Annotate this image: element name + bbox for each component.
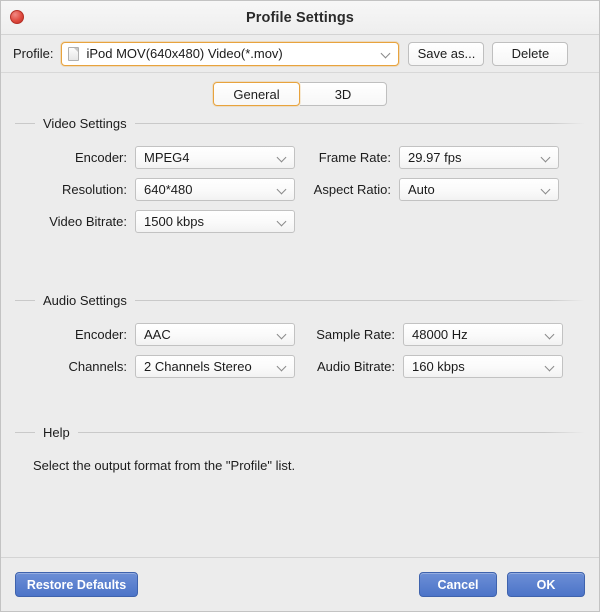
profile-select[interactable]: iPod MOV(640x480) Video(*.mov)	[61, 41, 400, 66]
chevron-down-icon	[277, 331, 288, 338]
chevron-down-icon	[545, 331, 556, 338]
chevron-down-icon	[277, 363, 288, 370]
video-resolution-value: 640*480	[144, 181, 193, 197]
profile-settings-window: Profile Settings Profile: iPod MOV(640x4…	[0, 0, 600, 612]
audio-channels-select[interactable]: 2 Channels Stereo	[135, 354, 295, 378]
audio-settings-header: Audio Settings	[15, 292, 585, 308]
audio-encoder-value: AAC	[144, 326, 171, 342]
group-rule-right	[134, 299, 585, 301]
audio-settings-group: Audio Settings Encoder: AAC Sample Rate:	[15, 292, 585, 382]
group-rule-right	[134, 122, 585, 124]
tab-bar: General 3D	[1, 73, 599, 115]
profile-label: Profile:	[13, 46, 54, 61]
chevron-down-icon	[381, 50, 392, 57]
file-icon	[68, 46, 80, 61]
title-bar: Profile Settings	[1, 1, 599, 35]
audio-channels-value: 2 Channels Stereo	[144, 358, 252, 374]
audio-sample-rate-value: 48000 Hz	[412, 326, 468, 342]
chevron-down-icon	[545, 363, 556, 370]
group-rule-right	[77, 431, 585, 433]
group-rule-left	[15, 299, 35, 301]
audio-sample-rate-select[interactable]: 48000 Hz	[403, 322, 563, 346]
audio-row-2: Channels: 2 Channels Stereo Audio Bitrat…	[15, 350, 585, 382]
audio-settings-legend: Audio Settings	[43, 292, 127, 308]
section-spacer-audio	[15, 382, 585, 424]
help-group: Help Select the output format from the "…	[15, 424, 585, 473]
help-text: Select the output format from the "Profi…	[33, 458, 296, 473]
video-bitrate-field: Video Bitrate: 1500 kbps	[15, 209, 295, 233]
video-encoder-label: Encoder:	[74, 149, 127, 165]
footer-bar: Restore Defaults Cancel OK	[1, 557, 599, 611]
video-encoder-field: Encoder: MPEG4	[15, 145, 295, 169]
video-frame-rate-label: Frame Rate:	[318, 149, 391, 165]
window-title: Profile Settings	[246, 9, 354, 26]
audio-encoder-field: Encoder: AAC	[15, 322, 295, 346]
chevron-down-icon	[541, 186, 552, 193]
restore-defaults-button[interactable]: Restore Defaults	[15, 572, 138, 597]
audio-encoder-select[interactable]: AAC	[135, 322, 295, 346]
video-frame-rate-field: Frame Rate: 29.97 fps	[295, 145, 559, 169]
video-row-1: Encoder: MPEG4 Frame Rate: 29.97 fps	[15, 141, 585, 173]
help-header: Help	[15, 424, 585, 440]
video-encoder-select[interactable]: MPEG4	[135, 145, 295, 169]
video-aspect-ratio-value: Auto	[408, 181, 435, 197]
group-rule-left	[15, 122, 35, 124]
chevron-down-icon	[541, 154, 552, 161]
audio-bitrate-field: Audio Bitrate: 160 kbps	[295, 354, 563, 378]
tab-3d[interactable]: 3D	[300, 82, 387, 106]
audio-channels-field: Channels: 2 Channels Stereo	[15, 354, 295, 378]
help-legend: Help	[43, 424, 70, 440]
video-row-2: Resolution: 640*480 Aspect Ratio: Auto	[15, 173, 585, 205]
close-icon[interactable]	[10, 10, 24, 24]
chevron-down-icon	[277, 218, 288, 225]
chevron-down-icon	[277, 154, 288, 161]
video-aspect-ratio-field: Aspect Ratio: Auto	[295, 177, 559, 201]
video-settings-group: Video Settings Encoder: MPEG4 Frame Rate…	[15, 115, 585, 237]
audio-row-1: Encoder: AAC Sample Rate: 48000 Hz	[15, 318, 585, 350]
audio-encoder-label: Encoder:	[74, 326, 127, 342]
video-frame-rate-select[interactable]: 29.97 fps	[399, 145, 559, 169]
video-settings-legend: Video Settings	[43, 115, 127, 131]
video-bitrate-value: 1500 kbps	[144, 213, 204, 229]
video-resolution-select[interactable]: 640*480	[135, 177, 295, 201]
audio-bitrate-select[interactable]: 160 kbps	[403, 354, 563, 378]
delete-button[interactable]: Delete	[492, 41, 569, 66]
video-resolution-label: Resolution:	[61, 181, 127, 197]
tab-general[interactable]: General	[213, 82, 300, 106]
video-bitrate-label: Video Bitrate:	[49, 213, 127, 229]
video-resolution-field: Resolution: 640*480	[15, 177, 295, 201]
profile-select-value: iPod MOV(640x480) Video(*.mov)	[86, 46, 283, 61]
settings-content: Video Settings Encoder: MPEG4 Frame Rate…	[1, 115, 599, 557]
video-bitrate-select[interactable]: 1500 kbps	[135, 209, 295, 233]
section-spacer-video	[15, 237, 585, 292]
video-settings-header: Video Settings	[15, 115, 585, 131]
video-aspect-ratio-label: Aspect Ratio:	[313, 181, 391, 197]
video-settings-rows: Encoder: MPEG4 Frame Rate: 29.97 fps Res…	[15, 131, 585, 237]
video-aspect-ratio-select[interactable]: Auto	[399, 177, 559, 201]
group-rule-left	[15, 431, 35, 433]
save-as-button[interactable]: Save as...	[408, 41, 485, 66]
audio-bitrate-label: Audio Bitrate:	[316, 358, 395, 374]
cancel-button[interactable]: Cancel	[419, 572, 497, 597]
tab-group: General 3D	[213, 82, 387, 106]
audio-bitrate-value: 160 kbps	[412, 358, 465, 374]
audio-sample-rate-field: Sample Rate: 48000 Hz	[295, 322, 563, 346]
video-row-3: Video Bitrate: 1500 kbps	[15, 205, 585, 237]
profile-bar: Profile: iPod MOV(640x480) Video(*.mov) …	[1, 35, 599, 73]
audio-sample-rate-label: Sample Rate:	[316, 326, 395, 342]
audio-settings-rows: Encoder: AAC Sample Rate: 48000 Hz Chann…	[15, 308, 585, 382]
video-frame-rate-value: 29.97 fps	[408, 149, 462, 165]
chevron-down-icon	[277, 186, 288, 193]
video-encoder-value: MPEG4	[144, 149, 190, 165]
ok-button[interactable]: OK	[507, 572, 585, 597]
audio-channels-label: Channels:	[68, 358, 127, 374]
